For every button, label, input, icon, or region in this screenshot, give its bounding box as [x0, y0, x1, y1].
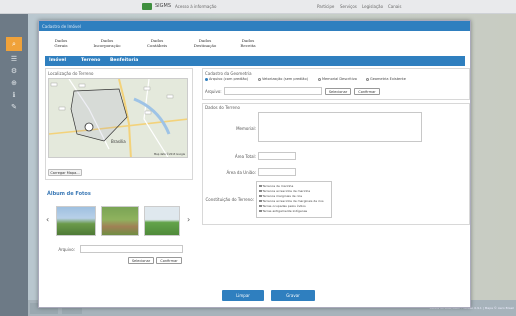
radio-label: Memorial Descritivo [322, 77, 357, 81]
modal-header: Cadastro de Imóvel [39, 21, 470, 31]
radio-dot [318, 77, 321, 81]
settings-icon[interactable]: ⚙ [10, 67, 18, 75]
photo-1[interactable] [56, 206, 96, 236]
checkbox-acrescidos-marginais[interactable]: Terrenos acrescidos de marginais de rios [259, 199, 324, 203]
checkbox-label: Terrenos de marinha [262, 184, 294, 188]
photo-file-input[interactable] [80, 245, 183, 253]
radio-arquivo[interactable]: Arquivo (com predião) [205, 77, 248, 81]
geometry-title: Cadastro da Geometria [205, 71, 252, 76]
land-data-title: Dados do Terreno [205, 105, 240, 110]
geometry-confirm-button[interactable]: Confirmar [354, 88, 380, 95]
step-label-2: Gerais [54, 43, 68, 48]
step-dados-receita[interactable]: Dados Receita [231, 38, 265, 48]
checkbox-terras-indios[interactable]: Terras ocupadas pelos índios [259, 204, 306, 208]
search-icon[interactable]: ⌕ [6, 37, 22, 51]
geometry-file-label: Arquivo: [205, 89, 222, 94]
location-map[interactable]: Brasília Map data ©2013 Google [48, 78, 188, 158]
checkbox-label: Terras ocupadas pelos índios [262, 204, 306, 208]
step-label-2: Receita [240, 43, 256, 48]
constitution-label: Constituição do Terreno: [205, 197, 254, 202]
photo-select-button[interactable]: Selecionar [128, 257, 154, 264]
brand-name: SIGMS [155, 3, 172, 9]
radio-memorial[interactable]: Memorial Descritivo [318, 77, 357, 81]
radio-vetorizacao[interactable]: Vetorização (sem predião) [258, 77, 308, 81]
checkbox-terras-indigenas[interactable]: Terras antigamente indígenas [259, 209, 307, 213]
checkbox-label: Terrenos acrescidos de marinha [262, 189, 311, 193]
gov-logo [142, 3, 152, 10]
step-label-2: Contábeis [146, 43, 168, 48]
radio-label: Geometria Existente [370, 77, 406, 81]
memorial-label: Memorial: [236, 126, 256, 131]
step-dados-destinacao[interactable]: Dados Destinação [185, 38, 225, 48]
step-label-2: Incorporação [93, 43, 121, 48]
step-dados-contabeis[interactable]: Dados Contábeis [137, 38, 177, 48]
nav-legislacao[interactable]: Legislação [362, 4, 383, 9]
checkbox-box [259, 209, 262, 213]
save-button[interactable]: Gravar [271, 290, 315, 301]
prev-photo-icon[interactable]: ‹ [46, 215, 49, 224]
photo-file-label: Arquivo: [58, 247, 75, 252]
radio-dot [366, 77, 369, 81]
union-area-input[interactable] [258, 168, 296, 176]
tab-imovel[interactable]: Imóvel [49, 58, 66, 63]
total-area-input[interactable] [258, 152, 296, 160]
radio-label: Vetorização (sem predião) [262, 77, 308, 81]
map-graphic [49, 79, 187, 157]
total-area-label: Área Total: [234, 154, 256, 159]
zoom-icon[interactable]: ⊕ [10, 79, 18, 87]
wizard-steps: Dados Gerais Dados Incorporação Dados Co… [45, 35, 465, 53]
sub-tabs: Imóvel Terreno Benfeitoria [45, 56, 465, 66]
next-photo-icon[interactable]: › [187, 215, 190, 224]
checkbox-label: Terras antigamente indígenas [262, 209, 308, 213]
info-icon[interactable]: ℹ [10, 91, 18, 99]
nav-servicos[interactable]: Serviços [340, 4, 357, 9]
map-credit: Map data ©2013 Google [154, 153, 185, 156]
layers-icon[interactable]: ☰ [10, 55, 18, 63]
radio-geometria-existente[interactable]: Geometria Existente [366, 77, 406, 81]
checkbox-box [259, 199, 262, 203]
nav-participe[interactable]: Participe [317, 4, 334, 9]
checkbox-label: Terrenos acrescidos de marginais de rios [262, 199, 324, 203]
edit-icon[interactable]: ✎ [10, 103, 18, 111]
tab-benfeitoria[interactable]: Benfeitoria [110, 58, 138, 63]
left-toolbar: ⌕ ☰ ⚙ ⊕ ℹ ✎ [0, 14, 28, 316]
photo-confirm-button[interactable]: Confirmar [156, 257, 182, 264]
constitution-checklist: Terrenos de marinha Terrenos acrescidos … [256, 181, 332, 218]
checkbox-box [259, 194, 262, 198]
photo-3[interactable] [144, 206, 180, 236]
location-title: Localização do Terreno [48, 71, 94, 76]
load-map-button[interactable]: Carregar Mapa... [48, 169, 82, 176]
union-area-label: Área da União: [226, 170, 256, 175]
clear-button[interactable]: Limpar [222, 290, 264, 301]
checkbox-box [259, 184, 262, 188]
top-bar: SIGMS Acesso à informação Participe Serv… [0, 0, 516, 14]
radio-dot [258, 77, 261, 81]
step-dados-gerais[interactable]: Dados Gerais [45, 38, 77, 48]
access-info-link[interactable]: Acesso à informação [175, 4, 216, 9]
checkbox-box [259, 189, 262, 193]
nav-canais[interactable]: Canais [388, 4, 401, 9]
geometry-select-button[interactable]: Selecionar [325, 88, 351, 95]
geometry-file-input[interactable] [224, 87, 322, 95]
tab-terreno[interactable]: Terreno [81, 58, 100, 63]
memorial-textarea[interactable] [258, 112, 422, 142]
map-city-label: Brasília [111, 139, 126, 144]
step-dados-incorporacao[interactable]: Dados Incorporação [85, 38, 129, 48]
photo-2[interactable] [101, 206, 139, 236]
checkbox-marginais-rios[interactable]: Terrenos marginais de rios [259, 194, 302, 198]
checkbox-box [259, 204, 262, 208]
checkbox-marinha[interactable]: Terrenos de marinha [259, 184, 293, 188]
checkbox-acrescidos-marinha[interactable]: Terrenos acrescidos de marinha [259, 189, 310, 193]
checkbox-label: Terrenos marginais de rios [262, 194, 303, 198]
modal-title: Cadastro de Imóvel [42, 24, 81, 29]
photos-title: Álbum de Fotos [47, 191, 91, 197]
radio-label: Arquivo (com predião) [209, 77, 249, 81]
step-label-2: Destinação [193, 43, 217, 48]
radio-dot [205, 77, 208, 81]
